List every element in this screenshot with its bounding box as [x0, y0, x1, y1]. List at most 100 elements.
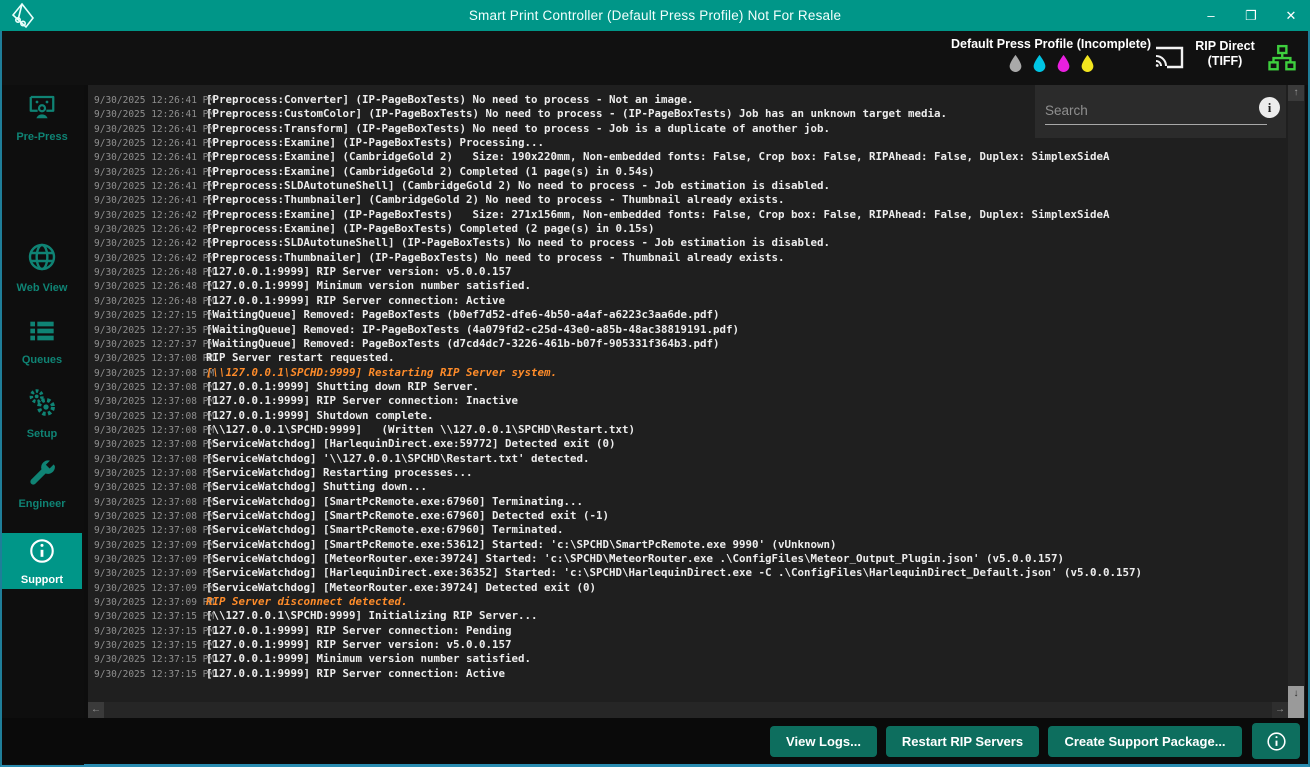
scroll-up-icon[interactable]: ↑ [1288, 85, 1304, 101]
sidebar-item-label: Pre-Press [2, 131, 82, 143]
log-timestamp: 9/30/2025 12:37:09 PM [94, 596, 206, 607]
log-lines: 9/30/2025 12:26:41 PM[Preprocess:Convert… [94, 91, 1283, 679]
network-status-icon[interactable] [1266, 43, 1298, 78]
scroll-left-icon[interactable]: ← [88, 702, 104, 718]
restart-rip-servers-button[interactable]: Restart RIP Servers [886, 726, 1039, 757]
log-timestamp: 9/30/2025 12:26:42 PM [94, 237, 206, 248]
log-entry: 9/30/2025 12:26:42 PM[Preprocess:Thumbna… [94, 249, 1283, 263]
log-timestamp: 9/30/2025 12:26:42 PM [94, 223, 206, 234]
ink-droplet-yellow-icon [1080, 54, 1095, 72]
setup-gears-icon [26, 387, 58, 419]
log-entry: 9/30/2025 12:37:08 PM[ServiceWatchdog] [… [94, 435, 1283, 449]
sidebar-item-engineer[interactable]: Engineer [2, 453, 82, 510]
horizontal-scrollbar[interactable]: ← → [88, 702, 1288, 718]
log-viewer[interactable]: 9/30/2025 12:26:41 PM[Preprocess:Convert… [88, 85, 1305, 718]
sidebar-item-pre-press[interactable]: Pre-Press [2, 88, 82, 143]
log-entry: 9/30/2025 12:27:15 PM[WaitingQueue] Remo… [94, 306, 1283, 320]
log-entry: 9/30/2025 12:26:48 PM[127.0.0.1:9999] RI… [94, 263, 1283, 277]
log-timestamp: 9/30/2025 12:26:41 PM [94, 137, 206, 148]
footer-info-button[interactable] [1252, 723, 1300, 759]
log-timestamp: 9/30/2025 12:37:15 PM [94, 668, 206, 679]
sidebar-item-label: Queues [2, 354, 82, 366]
log-entry: 9/30/2025 12:26:48 PM[127.0.0.1:9999] RI… [94, 292, 1283, 306]
log-entry: 9/30/2025 12:37:09 PM[ServiceWatchdog] [… [94, 579, 1283, 593]
vertical-scrollbar[interactable]: ↑ ↓ [1288, 85, 1304, 702]
log-message: [ServiceWatchdog] [SmartPcRemote.exe:679… [206, 495, 583, 507]
view-logs-button[interactable]: View Logs... [770, 726, 877, 757]
log-message: RIP Server disconnect detected. [206, 595, 408, 607]
sidebar-nav: Pre-Press Web View Queues [2, 85, 84, 765]
log-entry: 9/30/2025 12:37:15 PM[127.0.0.1:9999] RI… [94, 636, 1283, 650]
log-timestamp: 9/30/2025 12:37:08 PM [94, 395, 206, 406]
log-entry: 9/30/2025 12:37:15 PM[127.0.0.1:9999] RI… [94, 622, 1283, 636]
log-message: [Preprocess:SLDAutotuneShell] (Cambridge… [206, 179, 830, 191]
log-message: [Preprocess:Examine] (IP-PageBoxTests) P… [206, 136, 544, 148]
log-timestamp: 9/30/2025 12:26:48 PM [94, 280, 206, 291]
press-profile-label: Default Press Profile (Incomplete) [950, 37, 1152, 51]
log-timestamp: 9/30/2025 12:27:15 PM [94, 309, 206, 320]
search-input[interactable] [1045, 101, 1267, 125]
log-entry: 9/30/2025 12:26:42 PM[Preprocess:Examine… [94, 220, 1283, 234]
log-message: [127.0.0.1:9999] RIP Server version: v5.… [206, 638, 512, 650]
log-message: [Preprocess:Thumbnailer] (IP-PageBoxTest… [206, 251, 785, 263]
log-entry: 9/30/2025 12:27:37 PM[WaitingQueue] Remo… [94, 335, 1283, 349]
log-entry: 9/30/2025 12:37:08 PM[\\127.0.0.1\SPCHD:… [94, 421, 1283, 435]
sidebar-item-label: Engineer [2, 498, 82, 510]
sidebar-item-label: Support [2, 574, 82, 586]
sidebar-item-web-view[interactable]: Web View [2, 237, 82, 294]
sidebar-item-setup[interactable]: Setup [2, 383, 82, 440]
log-message: [Preprocess:Examine] (CambridgeGold 2) S… [206, 150, 1110, 162]
close-button[interactable]: ✕ [1282, 8, 1300, 24]
log-timestamp: 9/30/2025 12:37:08 PM [94, 381, 206, 392]
log-entry: 9/30/2025 12:37:08 PM[127.0.0.1:9999] RI… [94, 392, 1283, 406]
log-entry: 9/30/2025 12:37:08 PMRIP Server restart … [94, 349, 1283, 363]
log-timestamp: 9/30/2025 12:37:15 PM [94, 639, 206, 650]
create-support-package-button[interactable]: Create Support Package... [1048, 726, 1242, 757]
scrollbar-corner [1288, 702, 1304, 718]
log-timestamp: 9/30/2025 12:37:08 PM [94, 496, 206, 507]
log-entry: 9/30/2025 12:37:08 PM[ServiceWatchdog] R… [94, 464, 1283, 478]
minimize-button[interactable]: – [1202, 8, 1220, 23]
log-timestamp: 9/30/2025 12:37:15 PM [94, 625, 206, 636]
log-timestamp: 9/30/2025 12:37:08 PM [94, 367, 206, 378]
log-message: [127.0.0.1:9999] RIP Server version: v5.… [206, 265, 512, 277]
search-info-icon[interactable]: i [1259, 97, 1280, 118]
log-timestamp: 9/30/2025 12:26:42 PM [94, 209, 206, 220]
log-message: [ServiceWatchdog] [SmartPcRemote.exe:536… [206, 538, 837, 550]
log-entry: 9/30/2025 12:37:08 PM[127.0.0.1:9999] Sh… [94, 378, 1283, 392]
log-message: [\\127.0.0.1\SPCHD:9999] Restarting RIP … [206, 366, 557, 378]
search-panel: i [1035, 85, 1286, 138]
log-entry: 9/30/2025 12:27:35 PM[WaitingQueue] Remo… [94, 321, 1283, 335]
log-message: [ServiceWatchdog] [MeteorRouter.exe:3972… [206, 552, 1064, 564]
ink-droplet-cyan-icon [1032, 54, 1047, 72]
log-timestamp: 9/30/2025 12:26:41 PM [94, 180, 206, 191]
log-message: [ServiceWatchdog] [HarlequinDirect.exe:5… [206, 437, 616, 449]
header-strip: Default Press Profile (Incomplete) [2, 31, 1308, 85]
log-entry: 9/30/2025 12:37:08 PM[ServiceWatchdog] '… [94, 450, 1283, 464]
log-message: [127.0.0.1:9999] RIP Server connection: … [206, 667, 505, 679]
log-timestamp: 9/30/2025 12:27:37 PM [94, 338, 206, 349]
log-entry: 9/30/2025 12:37:09 PM[ServiceWatchdog] [… [94, 564, 1283, 578]
log-entry: 9/30/2025 12:37:15 PM[127.0.0.1:9999] RI… [94, 665, 1283, 679]
scroll-down-icon[interactable]: ↓ [1288, 686, 1304, 702]
log-timestamp: 9/30/2025 12:27:35 PM [94, 324, 206, 335]
log-message: [Preprocess:Examine] (IP-PageBoxTests) S… [206, 208, 1110, 220]
title-bar: Smart Print Controller (Default Press Pr… [0, 0, 1310, 31]
log-timestamp: 9/30/2025 12:37:08 PM [94, 467, 206, 478]
log-entry: 9/30/2025 12:37:09 PM[ServiceWatchdog] [… [94, 550, 1283, 564]
log-message: [127.0.0.1:9999] Minimum version number … [206, 652, 531, 664]
sidebar-item-label: Web View [2, 282, 82, 294]
log-entry: 9/30/2025 12:26:48 PM[127.0.0.1:9999] Mi… [94, 277, 1283, 291]
sidebar-item-label: Setup [2, 428, 82, 440]
log-entry: 9/30/2025 12:26:41 PM[Preprocess:Examine… [94, 163, 1283, 177]
log-timestamp: 9/30/2025 12:37:15 PM [94, 653, 206, 664]
app-window: Smart Print Controller (Default Press Pr… [0, 0, 1310, 767]
maximize-button[interactable]: ❐ [1242, 8, 1260, 24]
sidebar-item-queues[interactable]: Queues [2, 313, 82, 366]
scroll-right-icon[interactable]: → [1272, 702, 1288, 718]
log-timestamp: 9/30/2025 12:26:48 PM [94, 266, 206, 277]
cast-output-icon[interactable] [1154, 44, 1184, 75]
press-profile-status: Default Press Profile (Incomplete) [950, 37, 1152, 72]
log-timestamp: 9/30/2025 12:26:41 PM [94, 94, 206, 105]
sidebar-item-support[interactable]: Support [2, 533, 82, 589]
